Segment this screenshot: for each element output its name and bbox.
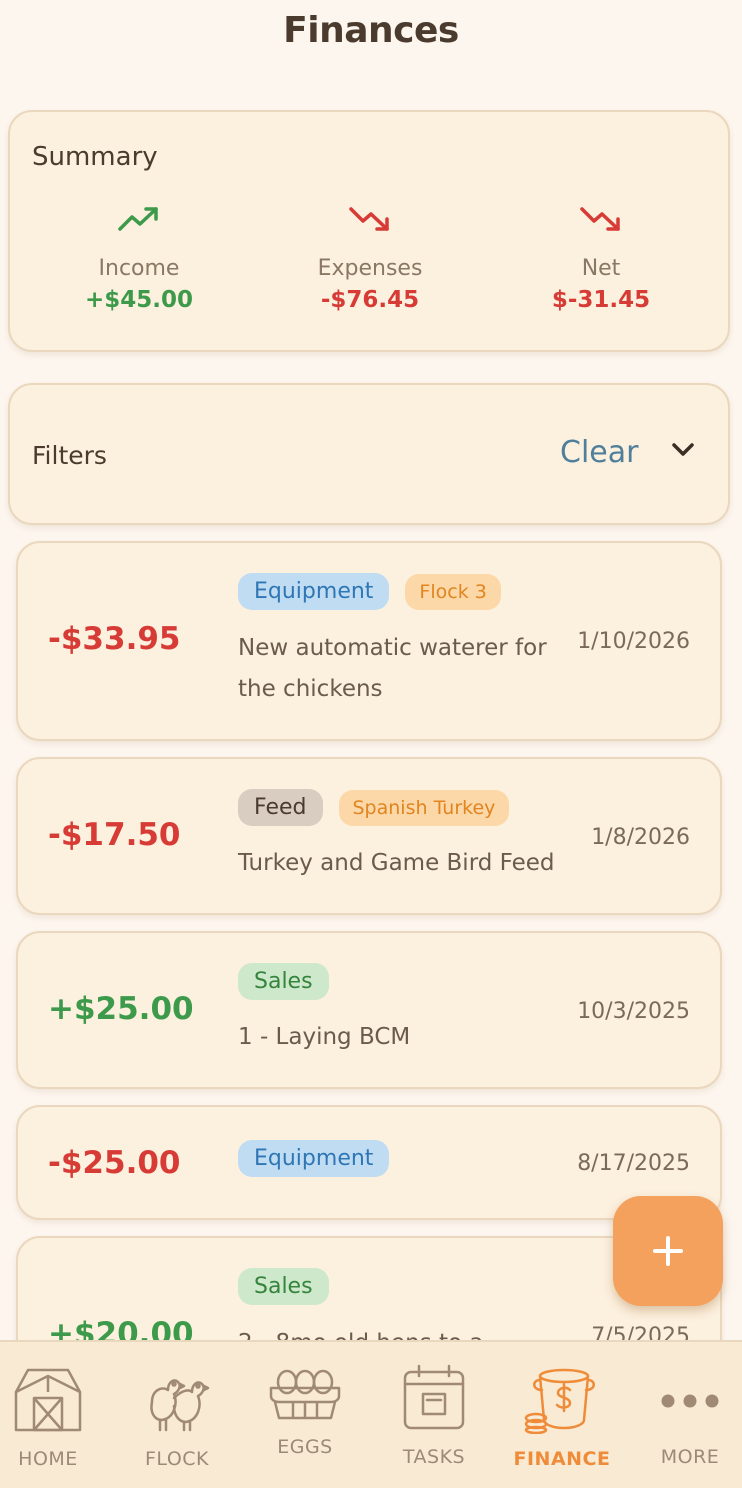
transaction-tags: Sales <box>238 963 329 1000</box>
transaction-date: 1/8/2026 <box>591 825 690 850</box>
expenses-summary: Expenses -$76.45 <box>270 204 470 313</box>
category-tag: Equipment <box>238 573 390 610</box>
nav-label: FINANCE <box>513 1448 611 1470</box>
category-tag: Sales <box>238 1268 329 1305</box>
nav-item-tasks[interactable]: TASKS <box>370 1362 498 1468</box>
nav-label: FLOCK <box>144 1448 210 1470</box>
transaction-card[interactable]: +$25.00 Sales 1 - Laying BCM 10/3/2025 <box>16 931 722 1089</box>
filters-panel[interactable]: Filters Clear <box>8 383 730 525</box>
transaction-amount: -$17.50 <box>48 817 181 853</box>
money-bucket-icon <box>524 1368 595 1434</box>
transaction-date: 8/17/2025 <box>577 1151 690 1176</box>
flock-tag: Spanish Turkey <box>338 789 510 826</box>
nav-item-finance[interactable]: FINANCE <box>498 1362 626 1470</box>
income-summary: Income +$45.00 <box>39 204 239 313</box>
trending-down-icon <box>349 207 389 231</box>
plus-icon <box>653 1236 683 1266</box>
transaction-date: 10/3/2025 <box>577 999 690 1024</box>
barn-icon <box>14 1368 82 1432</box>
filters-label: Filters <box>32 441 107 470</box>
transaction-description: Turkey and Game Bird Feed <box>238 850 555 876</box>
category-tag: Sales <box>238 963 329 1000</box>
nav-item-more[interactable]: MORE <box>626 1362 742 1468</box>
egg-carton-icon <box>269 1369 341 1420</box>
nav-label: EGGS <box>277 1436 333 1458</box>
flock-tag: Flock 3 <box>405 573 501 610</box>
nav-item-home[interactable]: HOME <box>0 1362 112 1470</box>
transaction-tags: Feed Spanish Turkey <box>238 789 510 826</box>
nav-label: HOME <box>18 1448 78 1470</box>
income-value: +$45.00 <box>84 287 194 313</box>
transaction-card[interactable]: -$33.95 Equipment Flock 3 New automatic … <box>16 541 722 741</box>
chickens-icon <box>150 1379 210 1432</box>
calendar-icon <box>403 1364 465 1430</box>
net-label: Net <box>581 256 621 281</box>
transaction-card[interactable]: -$25.00 Equipment 8/17/2025 <box>16 1105 722 1220</box>
category-tag: Equipment <box>238 1140 390 1177</box>
expenses-label: Expenses <box>317 256 423 281</box>
transaction-tags: Equipment Flock 3 <box>238 573 501 610</box>
transaction-tags: Sales <box>238 1268 329 1305</box>
transaction-description: 2 - 8mo old hens to a <box>238 1323 568 1340</box>
clear-filters-button[interactable]: Clear <box>560 435 638 470</box>
summary-card: Summary Income +$45.00 Expenses -$76.45 … <box>8 110 730 352</box>
finance-scroll-area[interactable]: Finances Summary Income +$45.00 Expenses… <box>0 0 742 1340</box>
transaction-amount: +$20.00 <box>48 1316 194 1340</box>
nav-item-eggs[interactable]: EGGS <box>241 1362 369 1458</box>
nav-item-flock[interactable]: FLOCK <box>113 1362 241 1470</box>
income-label: Income <box>98 256 180 281</box>
transaction-description: 1 - Laying BCM <box>238 1024 411 1050</box>
more-dots-icon <box>661 1394 719 1408</box>
category-tag: Feed <box>238 789 323 826</box>
nav-label: MORE <box>660 1446 720 1468</box>
transaction-tags: Equipment <box>238 1140 390 1177</box>
bottom-nav: HOME FLOCK EGGS TASKS FINANCE MORE <box>0 1340 742 1488</box>
trending-up-icon <box>118 207 158 231</box>
add-transaction-button[interactable] <box>613 1196 723 1306</box>
transaction-amount: -$33.95 <box>48 621 181 657</box>
summary-title: Summary <box>32 142 158 172</box>
page-title: Finances <box>283 10 459 51</box>
trending-down-icon <box>580 207 620 231</box>
transaction-date: 1/10/2026 <box>577 629 690 654</box>
transaction-amount: +$25.00 <box>48 991 194 1027</box>
chevron-down-icon[interactable] <box>670 441 696 463</box>
expenses-value: -$76.45 <box>320 287 420 313</box>
nav-label: TASKS <box>402 1446 466 1468</box>
transaction-amount: -$25.00 <box>48 1145 181 1181</box>
net-value: $-31.45 <box>551 287 651 313</box>
net-summary: Net $-31.45 <box>501 204 701 313</box>
transaction-date: 7/5/2025 <box>591 1324 690 1340</box>
transaction-description: New automatic waterer for the chickens <box>238 635 547 702</box>
transaction-card[interactable]: -$17.50 Feed Spanish Turkey Turkey and G… <box>16 757 722 915</box>
